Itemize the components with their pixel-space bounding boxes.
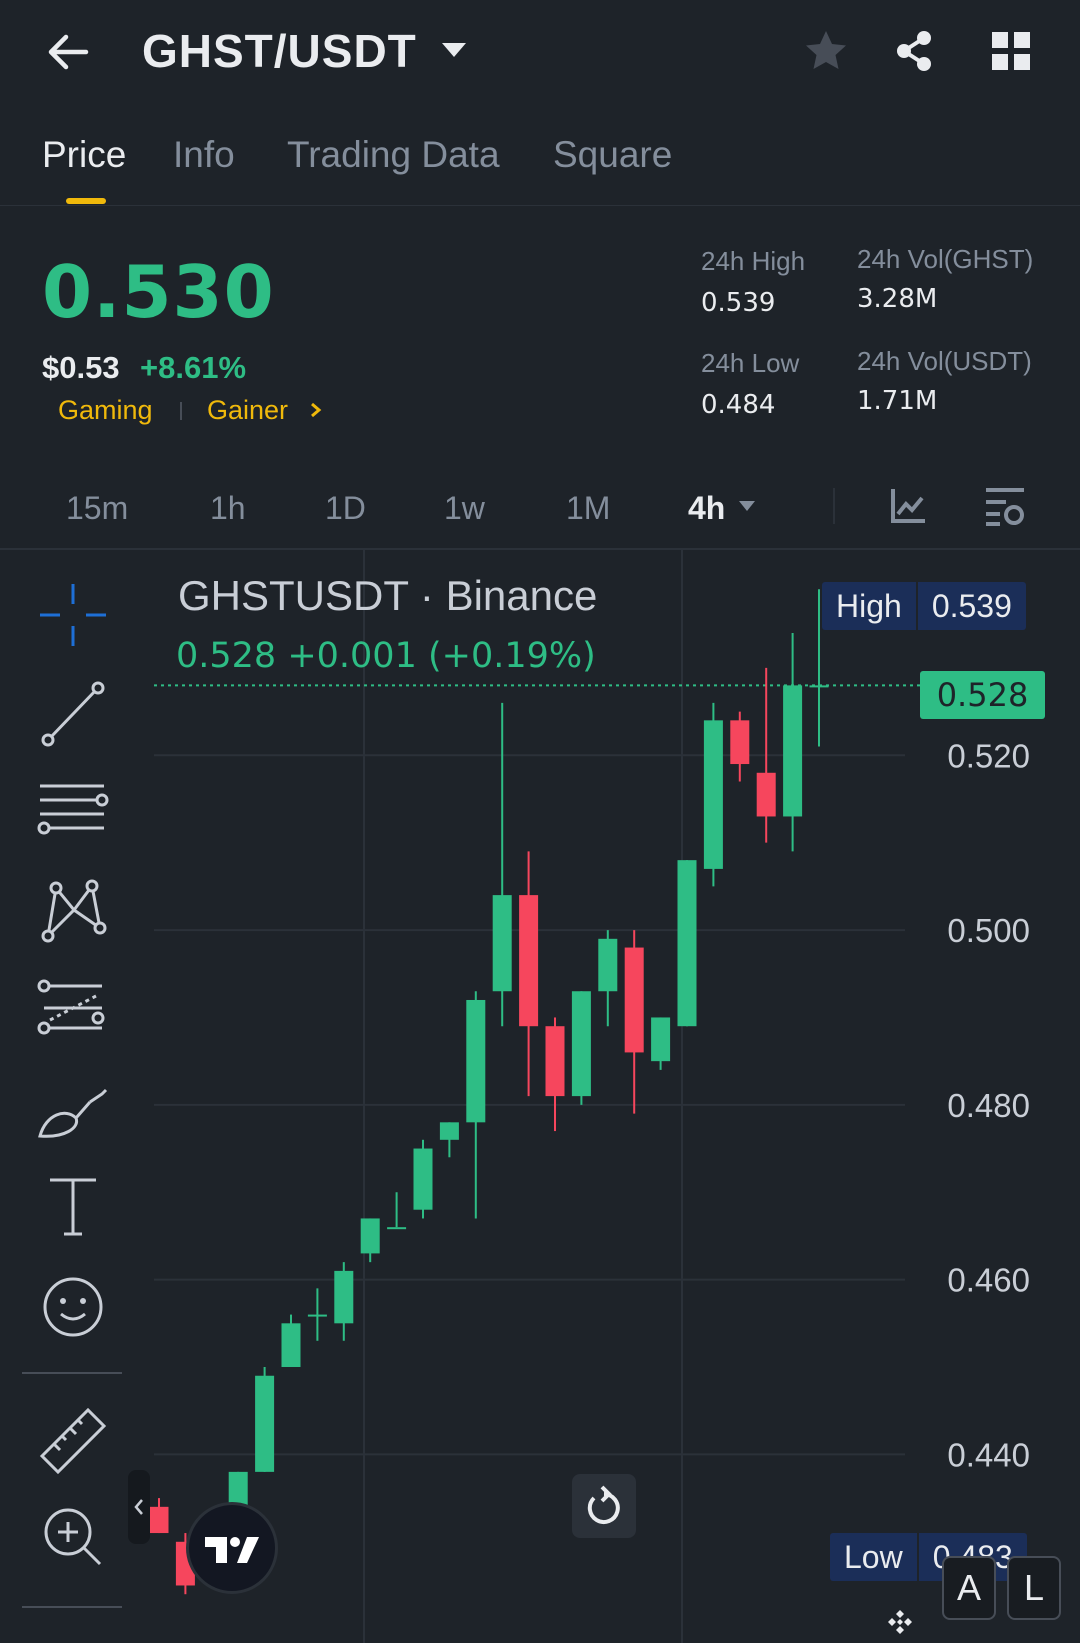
interval-1m[interactable]: 1M — [566, 490, 610, 527]
candle-body — [334, 1270, 354, 1324]
candle-body — [730, 720, 750, 765]
price-axis: 0.520 0.500 0.480 0.460 0.440 — [947, 737, 1030, 1473]
candles — [149, 589, 829, 1595]
stat-high-label: 24h High — [701, 246, 806, 276]
candle-body — [756, 772, 776, 817]
toolbar-divider — [22, 1372, 122, 1374]
price-axis-tick: 0.500 — [947, 912, 1030, 949]
fibonacci-icon[interactable] — [36, 972, 110, 1046]
text-tool-icon[interactable] — [36, 1170, 110, 1244]
trend-line-icon[interactable] — [36, 676, 110, 750]
candle-body — [307, 1314, 327, 1317]
candle-body — [413, 1148, 433, 1210]
candle-body — [809, 685, 829, 688]
candle-body — [387, 1227, 407, 1230]
tradingview-logo — [186, 1502, 278, 1594]
ruler-icon[interactable] — [36, 1404, 110, 1478]
horizontal-lines-icon[interactable] — [36, 772, 110, 846]
interval-1w[interactable]: 1w — [444, 490, 485, 527]
share-icon[interactable] — [891, 28, 937, 74]
interval-4h[interactable]: 4h — [688, 490, 725, 527]
auto-scale-button[interactable]: A — [942, 1556, 996, 1620]
back-arrow-icon[interactable] — [44, 28, 92, 76]
candle-body — [624, 947, 644, 1053]
high-badge-label: High — [836, 588, 902, 624]
interval-15m[interactable]: 15m — [66, 490, 128, 527]
candle-body — [466, 999, 486, 1123]
tag-separator — [180, 402, 182, 420]
tab-bar: Price Info Trading Data Square — [0, 118, 1080, 206]
candle-body — [703, 720, 723, 869]
price-axis-tick: 0.460 — [947, 1262, 1030, 1299]
tradingview-logo-icon — [205, 1537, 259, 1563]
price-axis-tick: 0.520 — [947, 737, 1030, 774]
reset-chart-button[interactable] — [572, 1474, 636, 1538]
binance-logo-icon — [888, 1610, 912, 1634]
caret-down-icon[interactable] — [738, 500, 756, 512]
chart-grid — [154, 550, 920, 1643]
candle-body — [651, 1017, 671, 1062]
candle-body — [519, 895, 539, 1027]
candlestick-chart[interactable]: 0.520 0.500 0.480 0.460 0.440 — [0, 550, 1080, 1643]
last-price-tag: 0.528 — [920, 671, 1045, 719]
header-bar: GHST/USDT — [0, 0, 1080, 105]
stat-low-value: 0.484 — [701, 390, 776, 420]
indicator-icon[interactable] — [888, 486, 928, 526]
price-axis-tick: 0.480 — [947, 1087, 1030, 1124]
emoji-icon[interactable] — [36, 1270, 110, 1344]
toolbar-collapse-handle[interactable] — [128, 1470, 150, 1544]
pair-title[interactable]: GHST/USDT — [142, 24, 417, 78]
candle-body — [677, 860, 697, 1027]
high-badge-value: 0.539 — [931, 588, 1012, 624]
candle-body — [492, 895, 512, 992]
pattern-icon[interactable] — [36, 874, 110, 948]
grid-menu-icon[interactable] — [990, 30, 1032, 72]
stat-vol-quote-label: 24h Vol(USDT) — [857, 346, 1032, 376]
change-percent: +8.61% — [140, 350, 247, 385]
star-icon[interactable] — [803, 28, 849, 74]
candle-body — [439, 1122, 459, 1140]
crosshair-icon[interactable] — [36, 578, 110, 652]
candle-body — [545, 1026, 565, 1097]
candle-body — [281, 1323, 301, 1368]
rotate-icon — [587, 1485, 620, 1524]
price-axis-tick: 0.440 — [947, 1436, 1030, 1473]
tag-gaming[interactable]: Gaming — [58, 395, 153, 426]
tab-price[interactable]: Price — [42, 134, 126, 176]
low-badge: Low 0.483 — [830, 1533, 1027, 1581]
active-tab-indicator — [66, 198, 106, 204]
candle-body — [598, 938, 618, 992]
log-scale-button[interactable]: L — [1007, 1556, 1061, 1620]
stat-vol-quote-value: 1.71M — [857, 386, 938, 416]
chart-ohlc-summary: 0.528 +0.001 (+0.19%) — [176, 636, 596, 676]
chevron-right-icon[interactable] — [308, 400, 324, 420]
usd-price: $0.53 — [42, 350, 120, 385]
last-price: 0.530 — [42, 250, 275, 334]
interval-1h[interactable]: 1h — [210, 490, 246, 527]
caret-down-icon[interactable] — [440, 40, 468, 60]
high-badge: High 0.539 — [822, 582, 1026, 630]
tab-info[interactable]: Info — [173, 134, 235, 176]
candle-body — [149, 1506, 169, 1534]
brush-icon[interactable] — [36, 1074, 110, 1148]
stat-high-value: 0.539 — [701, 288, 776, 318]
chart-symbol-title: GHSTUSDT · Binance — [178, 572, 598, 619]
stat-vol-base-value: 3.28M — [857, 284, 938, 314]
tag-gainer[interactable]: Gainer — [207, 395, 288, 426]
chevron-left-icon — [134, 1499, 143, 1515]
candle-body — [360, 1218, 380, 1254]
candle-body — [571, 991, 591, 1097]
toolbar-divider — [22, 1606, 122, 1608]
stat-vol-base-label: 24h Vol(GHST) — [857, 244, 1034, 274]
tab-trading-data[interactable]: Trading Data — [287, 134, 500, 176]
zoom-in-icon[interactable] — [36, 1500, 110, 1574]
tab-square[interactable]: Square — [553, 134, 672, 176]
candle-body — [255, 1375, 275, 1472]
interval-separator — [833, 488, 835, 524]
candle-body — [783, 685, 803, 817]
low-badge-label: Low — [844, 1539, 903, 1575]
chart-settings-icon[interactable] — [984, 484, 1026, 528]
stat-low-label: 24h Low — [701, 348, 800, 378]
interval-1d[interactable]: 1D — [325, 490, 366, 527]
